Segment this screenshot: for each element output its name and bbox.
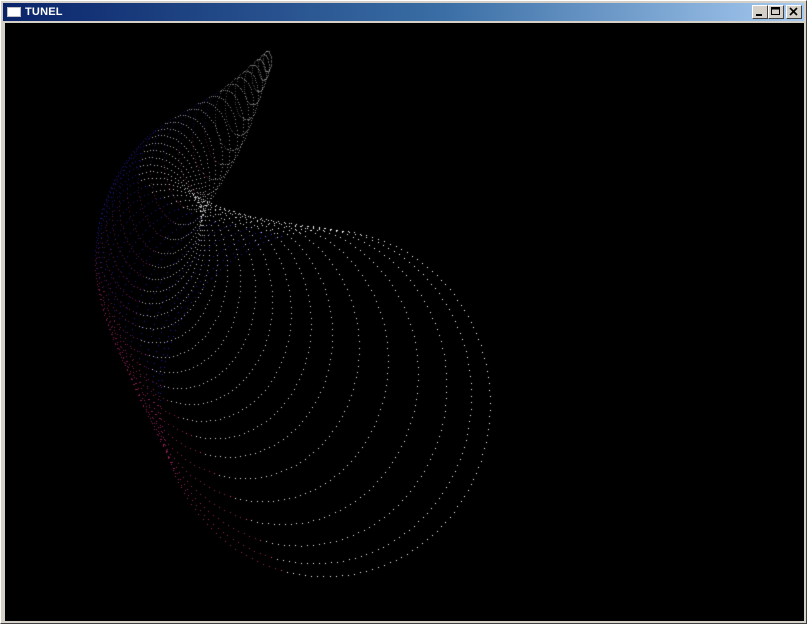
close-icon [789, 7, 798, 16]
app-window: TUNEL [0, 0, 807, 624]
close-button[interactable] [786, 5, 802, 19]
window-title: TUNEL [25, 6, 63, 18]
tunnel-viewport[interactable] [5, 23, 804, 621]
maximize-icon [771, 7, 780, 15]
application-window-icon[interactable] [7, 7, 21, 17]
tunnel-canvas[interactable] [5, 23, 804, 621]
maximize-button[interactable] [768, 5, 784, 19]
title-bar[interactable]: TUNEL [3, 3, 804, 21]
minimize-icon [756, 14, 762, 16]
caption-buttons [752, 5, 802, 19]
minimize-button[interactable] [752, 5, 768, 19]
